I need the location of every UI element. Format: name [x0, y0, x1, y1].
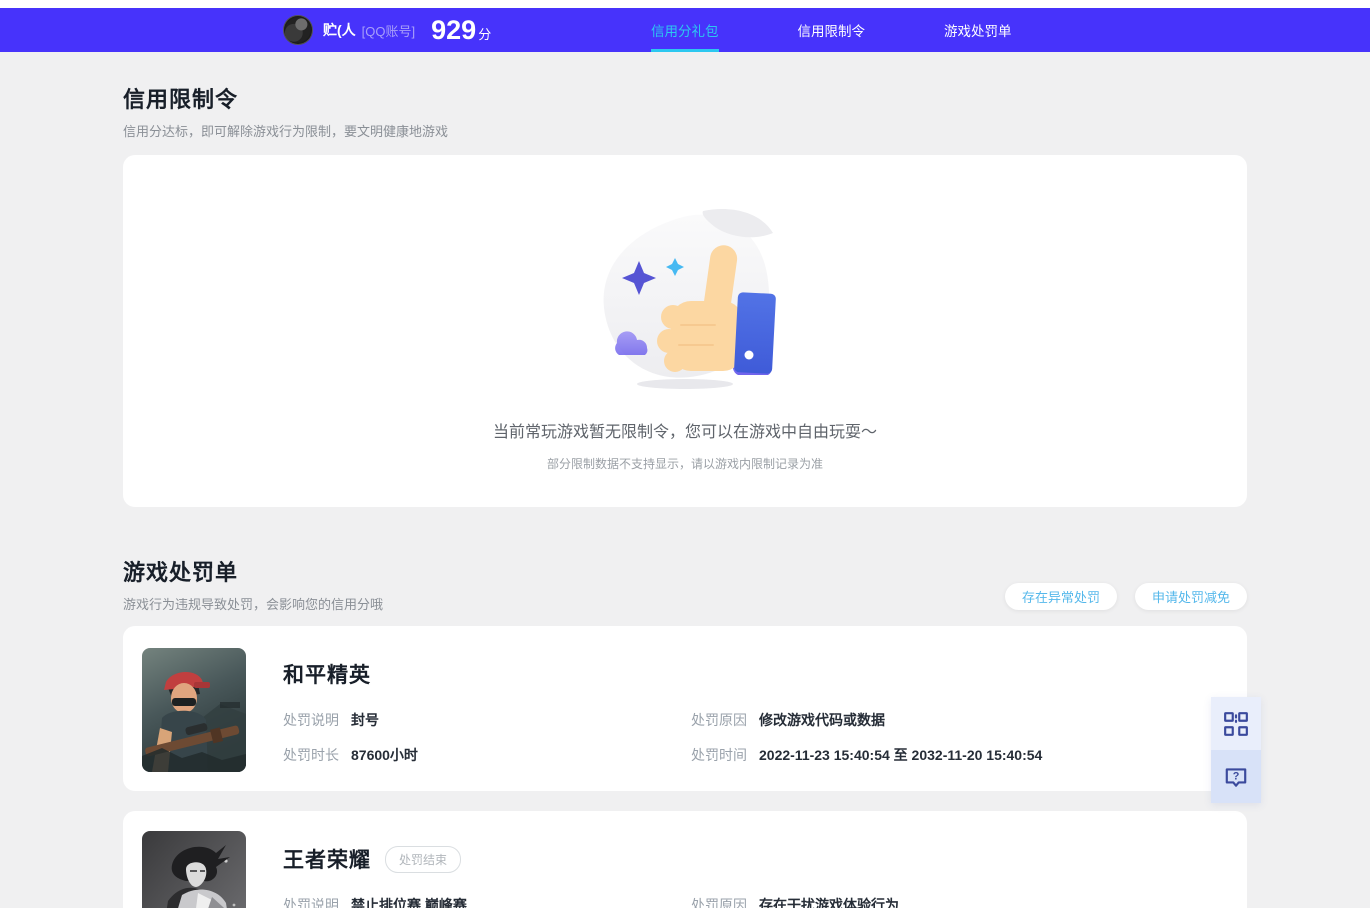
- help-icon: ?: [1225, 767, 1247, 787]
- appeal-penalty-button[interactable]: 申请处罚减免: [1134, 583, 1247, 610]
- penalty-desc-value: 封号: [351, 712, 379, 728]
- tab-credit-gift[interactable]: 信用分礼包: [651, 8, 719, 52]
- penalty-reason-value: 存在干扰游戏体验行为: [759, 897, 899, 908]
- account-type-label: [QQ账号]: [361, 23, 416, 39]
- credit-score-unit: 分: [478, 26, 492, 42]
- penalty-reason-value: 修改游戏代码或数据: [759, 712, 885, 728]
- game-image-wangzherongyao: [142, 831, 246, 908]
- side-widgets: ?: [1211, 697, 1261, 803]
- penalty-row: 处罚说明 禁止排位赛 巅峰赛 处罚原因 存在干扰游戏体验行为: [283, 895, 1227, 908]
- penalty-section-subtitle: 游戏行为违规导致处罚，会影响您的信用分哦: [123, 597, 384, 612]
- penalty-card-hepingjingying: 和平精英 处罚说明 封号 处罚原因 修改游戏代码或数据 处罚时长 87600小时…: [123, 626, 1247, 791]
- qr-code-button[interactable]: [1211, 697, 1261, 750]
- restriction-empty-note: 部分限制数据不支持显示，请以游戏内限制记录为准: [546, 457, 823, 471]
- header: 贮(人 [QQ账号] 929 分 信用分礼包 信用限制令 游戏处罚单: [0, 8, 1370, 52]
- penalty-row: 处罚说明 封号 处罚原因 修改游戏代码或数据: [283, 710, 1227, 730]
- username: 贮(人: [323, 22, 356, 38]
- penalty-duration-value: 87600小时: [351, 747, 418, 763]
- restriction-section-subtitle: 信用分达标，即可解除游戏行为限制，要文明健康地游戏: [123, 124, 449, 139]
- penalty-row: 处罚时长 87600小时 处罚时间 2022-11-23 15:40:54 至 …: [283, 745, 1227, 765]
- abnormal-penalty-button[interactable]: 存在异常处罚: [1004, 583, 1117, 610]
- help-button[interactable]: ?: [1211, 750, 1261, 803]
- restriction-section-title: 信用限制令: [123, 87, 239, 112]
- game-title: 王者荣耀: [283, 849, 371, 872]
- tab-game-penalty[interactable]: 游戏处罚单: [944, 8, 1012, 52]
- penalty-duration-label: 处罚时长: [283, 747, 339, 763]
- credit-page: 贮(人 [QQ账号] 929 分 信用分礼包 信用限制令 游戏处罚单 信用限制令…: [0, 0, 1370, 908]
- game-image-hepingjingying: [142, 648, 246, 772]
- penalty-desc-value: 禁止排位赛 巅峰赛: [351, 897, 467, 908]
- restriction-section: 信用限制令 信用分达标，即可解除游戏行为限制，要文明健康地游戏 当前常玩游戏暂无…: [123, 52, 1247, 507]
- thumbs-up-illustration: [583, 203, 788, 400]
- penalty-desc-label: 处罚说明: [283, 712, 339, 728]
- header-nav: 信用分礼包 信用限制令 游戏处罚单: [651, 8, 1012, 52]
- svg-text:?: ?: [1233, 770, 1240, 782]
- penalty-time-value: 2022-11-23 15:40:54 至 2032-11-20 15:40:5…: [759, 747, 1043, 763]
- credit-score-value: 929: [431, 14, 477, 45]
- penalty-card-wangzherongyao: 王者荣耀 处罚结束 处罚说明 禁止排位赛 巅峰赛 处罚原因 存在干扰游戏体验行为: [123, 811, 1247, 908]
- avatar: [283, 15, 313, 45]
- game-title: 和平精英: [283, 664, 371, 687]
- qr-code-icon: [1224, 711, 1248, 736]
- top-strip: [0, 0, 1370, 8]
- penalty-ended-badge: 处罚结束: [385, 845, 462, 873]
- penalty-time-label: 处罚时间: [691, 747, 747, 763]
- restriction-empty-card: 当前常玩游戏暂无限制令，您可以在游戏中自由玩耍～ 部分限制数据不支持显示，请以游…: [123, 155, 1247, 507]
- penalty-section-title: 游戏处罚单: [123, 560, 239, 585]
- penalty-desc-label: 处罚说明: [283, 897, 339, 908]
- restriction-empty-message: 当前常玩游戏暂无限制令，您可以在游戏中自由玩耍～: [492, 424, 877, 441]
- penalty-reason-label: 处罚原因: [691, 897, 747, 908]
- credit-score: 929 分: [431, 15, 491, 46]
- tab-credit-restriction[interactable]: 信用限制令: [798, 8, 866, 52]
- penalty-section-header: 游戏处罚单 游戏行为违规导致处罚，会影响您的信用分哦 存在异常处罚 申请处罚减免: [123, 555, 1247, 613]
- penalty-reason-label: 处罚原因: [691, 712, 747, 728]
